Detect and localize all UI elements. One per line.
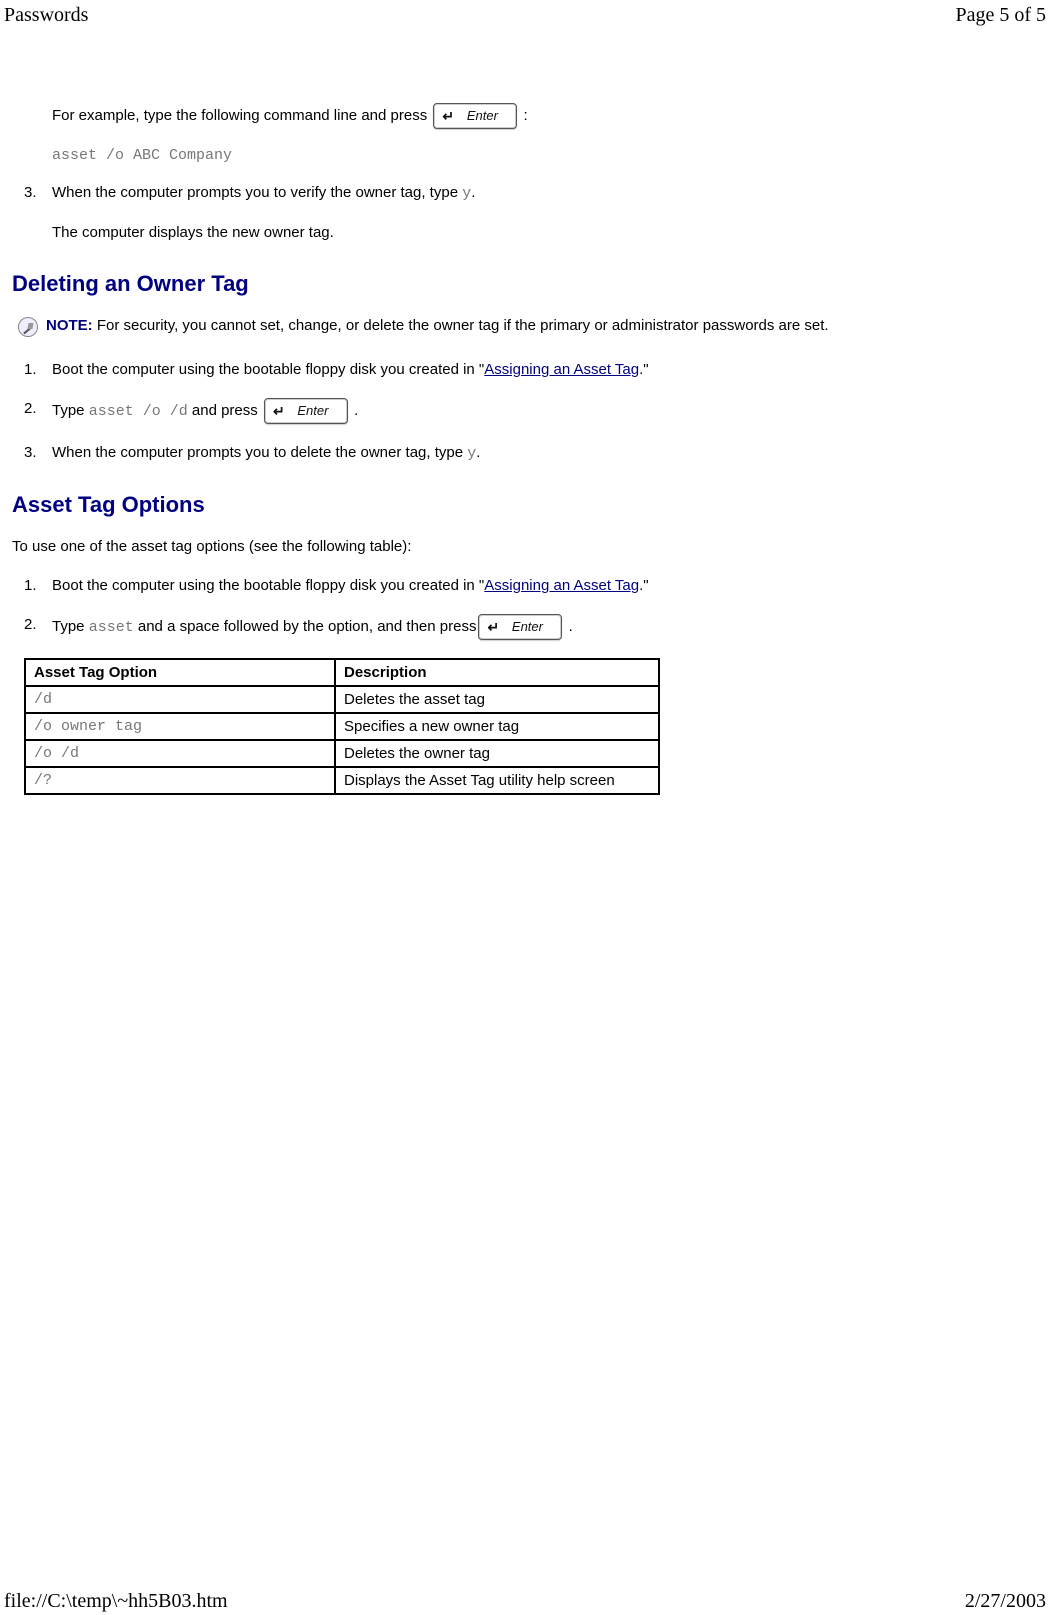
- step-number: 1.: [24, 575, 37, 596]
- th-option: Asset Tag Option: [25, 659, 335, 686]
- step-text: When the computer prompts you to delete …: [52, 444, 467, 461]
- step-number: 2.: [24, 398, 37, 419]
- document-body: For example, type the following command …: [0, 103, 1050, 795]
- code-y: y: [462, 185, 471, 202]
- cell-option: /d: [25, 686, 335, 713]
- code-asset-o-d: asset /o /d: [89, 403, 188, 420]
- page-footer: file://C:\temp\~hh5B03.htm 2/27/2003: [0, 1590, 1050, 1613]
- step-mid: and a space followed by the option, and …: [134, 618, 477, 635]
- cell-description: Deletes the asset tag: [335, 686, 659, 713]
- footer-path: file://C:\temp\~hh5B03.htm: [4, 1590, 228, 1613]
- footer-date: 2/27/2003: [965, 1590, 1046, 1613]
- cell-option: /o /d: [25, 740, 335, 767]
- note-icon: [18, 317, 38, 337]
- example-command: asset /o ABC Company: [12, 147, 1038, 164]
- step-suffix: .: [471, 184, 475, 201]
- header-page: Page 5 of 5: [955, 4, 1046, 27]
- table-header-row: Asset Tag Option Description: [25, 659, 659, 686]
- cell-description: Specifies a new owner tag: [335, 713, 659, 740]
- options-steps: 1. Boot the computer using the bootable …: [12, 575, 1038, 640]
- options-step-2: 2. Type asset and a space followed by th…: [12, 614, 1038, 640]
- note-text: For security, you cannot set, change, or…: [97, 317, 829, 334]
- step-mid: and press: [188, 402, 262, 419]
- note-content: NOTE: For security, you cannot set, chan…: [46, 315, 829, 336]
- prior-steps: 3. When the computer prompts you to veri…: [12, 182, 1038, 204]
- step-prefix: Type: [52, 402, 89, 419]
- example-intro-text: For example, type the following command …: [52, 107, 427, 124]
- step-number: 1.: [24, 359, 37, 380]
- table-row: /o owner tag Specifies a new owner tag: [25, 713, 659, 740]
- prior-followup: The computer displays the new owner tag.: [12, 222, 1038, 243]
- options-intro: To use one of the asset tag options (see…: [12, 536, 1038, 557]
- deleting-step-1: 1. Boot the computer using the bootable …: [12, 359, 1038, 380]
- asset-tag-options-table: Asset Tag Option Description /d Deletes …: [24, 658, 660, 795]
- table-row: /d Deletes the asset tag: [25, 686, 659, 713]
- cell-option: /?: [25, 767, 335, 794]
- example-intro-suffix: :: [524, 107, 528, 124]
- deleting-step-2: 2. Type asset /o /d and press Enter .: [12, 398, 1038, 424]
- step-suffix: .": [639, 361, 649, 378]
- enter-key-icon: Enter: [264, 398, 348, 424]
- prior-step-3: 3. When the computer prompts you to veri…: [12, 182, 1038, 204]
- options-step-1: 1. Boot the computer using the bootable …: [12, 575, 1038, 596]
- link-assigning-asset-tag[interactable]: Assigning an Asset Tag: [484, 361, 639, 378]
- heading-asset-tag-options: Asset Tag Options: [12, 492, 1038, 518]
- step-prefix: Type: [52, 618, 89, 635]
- example-intro: For example, type the following command …: [12, 103, 1038, 129]
- deleting-steps: 1. Boot the computer using the bootable …: [12, 359, 1038, 464]
- header-title: Passwords: [4, 4, 88, 27]
- heading-deleting-owner-tag: Deleting an Owner Tag: [12, 271, 1038, 297]
- step-number: 3.: [24, 442, 37, 463]
- cell-description: Displays the Asset Tag utility help scre…: [335, 767, 659, 794]
- step-text: When the computer prompts you to verify …: [52, 184, 462, 201]
- enter-key-icon: Enter: [478, 614, 562, 640]
- step-number: 3.: [24, 182, 37, 203]
- step-suffix: .: [476, 444, 480, 461]
- table-row: /? Displays the Asset Tag utility help s…: [25, 767, 659, 794]
- step-suffix: .: [564, 618, 572, 635]
- note-box: NOTE: For security, you cannot set, chan…: [12, 315, 1038, 337]
- page-header: Passwords Page 5 of 5: [0, 0, 1050, 27]
- note-label: NOTE:: [46, 317, 97, 334]
- th-description: Description: [335, 659, 659, 686]
- table-row: /o /d Deletes the owner tag: [25, 740, 659, 767]
- step-suffix: .": [639, 577, 649, 594]
- step-number: 2.: [24, 614, 37, 635]
- deleting-step-3: 3. When the computer prompts you to dele…: [12, 442, 1038, 464]
- step-suffix: .: [350, 402, 358, 419]
- code-y: y: [467, 445, 476, 462]
- cell-option: /o owner tag: [25, 713, 335, 740]
- step-text: Boot the computer using the bootable flo…: [52, 361, 484, 378]
- step-text: Boot the computer using the bootable flo…: [52, 577, 484, 594]
- link-assigning-asset-tag[interactable]: Assigning an Asset Tag: [484, 577, 639, 594]
- enter-key-icon: Enter: [433, 103, 517, 129]
- code-asset: asset: [89, 619, 134, 636]
- cell-description: Deletes the owner tag: [335, 740, 659, 767]
